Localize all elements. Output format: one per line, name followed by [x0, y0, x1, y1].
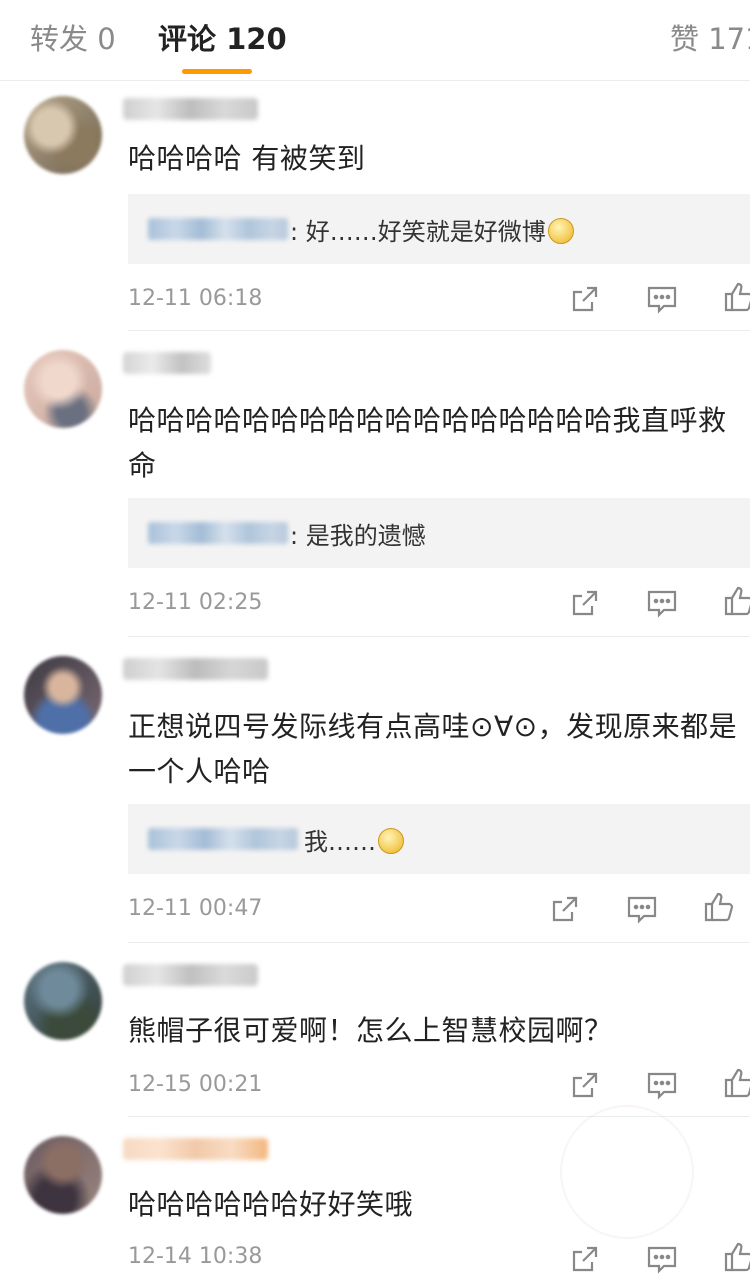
grimace-emoji-icon — [547, 218, 574, 244]
reply-preview[interactable]: 我…… — [128, 804, 750, 874]
comment-text: 哈哈哈哈 有被笑到 — [128, 142, 366, 175]
comment-icon[interactable] — [645, 282, 679, 316]
comment-item: 正想说四号发际线有点高哇⊙∀⊙，发现原来都是一个人哈哈 我…… 12-11 00… — [0, 642, 750, 942]
thumbs-up-icon[interactable] — [722, 1066, 750, 1100]
comment-text: 正想说四号发际线有点高哇⊙∀⊙，发现原来都是一个人哈哈 — [128, 710, 738, 788]
avatar[interactable] — [24, 656, 102, 734]
thumbs-up-icon[interactable] — [722, 584, 750, 618]
reply-text-line: : 好……好笑就是好微博 — [290, 212, 574, 247]
username[interactable] — [123, 352, 211, 374]
comment-time: 12-11 02:25 — [128, 590, 263, 615]
thumbs-up-icon[interactable] — [702, 890, 736, 924]
grimace-emoji-icon — [378, 828, 404, 854]
username[interactable] — [123, 964, 258, 986]
reply-text: : 好……好笑就是好微博 — [290, 218, 546, 246]
username[interactable] — [123, 1138, 268, 1160]
username[interactable] — [123, 98, 258, 120]
thumbs-up-icon[interactable] — [722, 280, 750, 314]
comment-time: 12-15 00:21 — [128, 1072, 263, 1097]
tab-likes[interactable]: 赞 171 — [670, 16, 750, 58]
reply-preview[interactable]: : 好……好笑就是好微博 — [128, 194, 750, 264]
avatar[interactable] — [24, 350, 102, 428]
reply-preview[interactable]: : 是我的遗憾 — [128, 498, 750, 568]
divider — [128, 636, 750, 637]
tab-reposts[interactable]: 转发 0 — [30, 16, 116, 58]
tab-comments[interactable]: 评论 120 — [158, 16, 287, 58]
reply-text-line: 我…… — [304, 822, 404, 857]
divider — [128, 330, 750, 331]
reply-text: 我…… — [304, 828, 376, 856]
avatar[interactable] — [24, 962, 102, 1040]
comment-icon[interactable] — [625, 892, 659, 926]
comment-icon[interactable] — [645, 1242, 679, 1276]
share-icon[interactable] — [568, 282, 602, 316]
watermark-seal — [560, 1105, 694, 1239]
share-icon[interactable] — [568, 586, 602, 620]
comment-text: 熊帽子很可爱啊！怎么上智慧校园啊？ — [128, 1014, 613, 1047]
share-icon[interactable] — [548, 892, 582, 926]
thumbs-up-icon[interactable] — [722, 1240, 750, 1274]
comment-icon[interactable] — [645, 1068, 679, 1102]
comment-tab-bar: 转发 0 评论 120 赞 171 — [0, 0, 750, 81]
comment-time: 12-11 06:18 — [128, 286, 263, 311]
reply-username — [148, 522, 288, 544]
reply-text: : 是我的遗憾 — [290, 522, 426, 550]
avatar[interactable] — [24, 1136, 102, 1214]
comment-icon[interactable] — [645, 586, 679, 620]
avatar[interactable] — [24, 96, 102, 174]
comment-time: 12-11 00:47 — [128, 896, 263, 921]
reply-text-line: : 是我的遗憾 — [290, 516, 426, 551]
comment-item: 熊帽子很可爱啊！怎么上智慧校园啊？ 12-15 00:21 — [0, 948, 750, 1116]
comment-text: 哈哈哈哈哈哈哈哈哈哈哈哈哈哈哈哈哈我直呼救命 — [128, 404, 727, 482]
share-icon[interactable] — [568, 1242, 602, 1276]
reply-username — [148, 828, 298, 850]
comment-item: 哈哈哈哈哈哈哈哈哈哈哈哈哈哈哈哈哈我直呼救命 : 是我的遗憾 12-11 02:… — [0, 336, 750, 636]
share-icon[interactable] — [568, 1068, 602, 1102]
comment-time: 12-14 10:38 — [128, 1244, 263, 1269]
divider — [128, 942, 750, 943]
reply-username — [148, 218, 288, 240]
username[interactable] — [123, 658, 268, 680]
active-tab-indicator — [182, 69, 252, 74]
comment-item: 哈哈哈哈 有被笑到 : 好……好笑就是好微博 12-11 06:18 — [0, 82, 750, 330]
